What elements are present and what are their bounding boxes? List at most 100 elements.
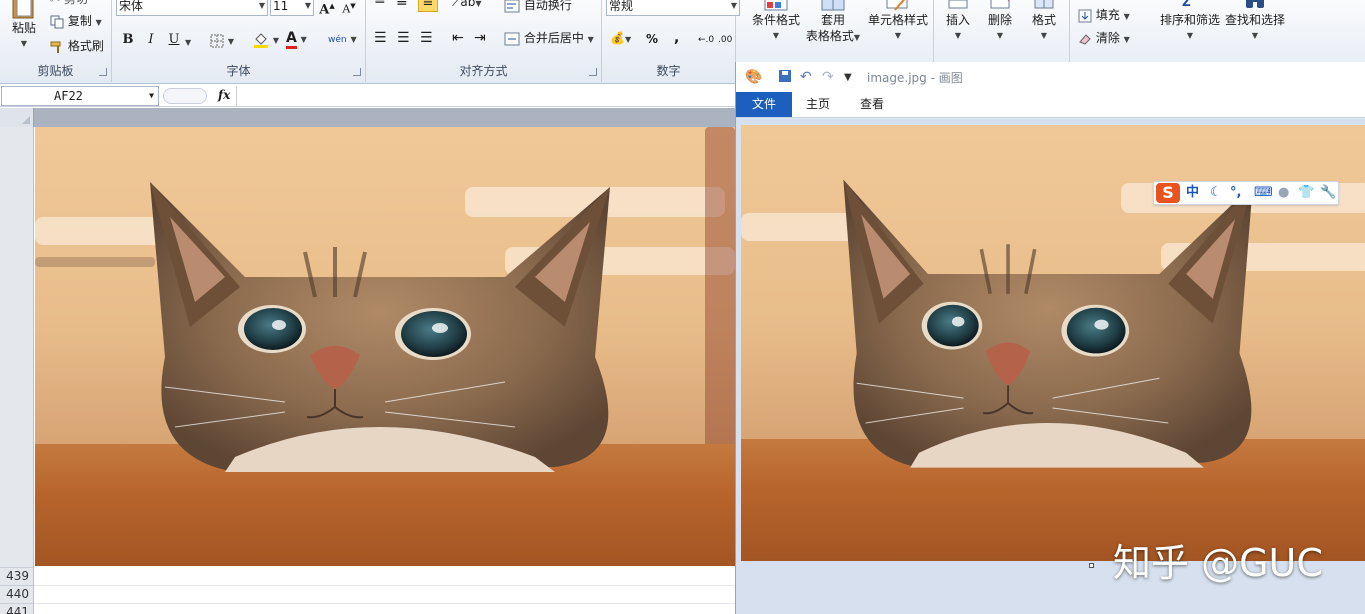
delete-button[interactable]: 删除 ▼ <box>982 0 1018 44</box>
select-all-button[interactable] <box>0 108 34 127</box>
currency-button[interactable]: 💰▼ <box>610 30 631 48</box>
align-middle-button[interactable]: ≡ <box>396 0 408 10</box>
align-bottom-button[interactable]: ≡ <box>418 0 438 12</box>
border-button[interactable]: ▼ <box>210 32 234 50</box>
currency-icon: 💰 <box>610 31 625 45</box>
redo-button[interactable]: ↷ <box>822 69 834 85</box>
conditional-format-label: 条件格式 <box>751 13 800 27</box>
tab-home[interactable]: 主页 <box>796 92 840 117</box>
cat-illustration <box>150 182 610 472</box>
bold-button[interactable]: B <box>118 30 138 50</box>
format-as-table-button[interactable]: 套用 表格格式▼ <box>804 0 862 46</box>
align-top-button[interactable]: ≡ <box>374 0 386 8</box>
font-color-button[interactable]: A ▼ <box>286 30 307 49</box>
sort-filter-label: 排序和筛选 <box>1159 13 1220 27</box>
comma-button[interactable]: , <box>674 30 679 46</box>
format-painter-button[interactable]: 格式刷 <box>50 38 104 54</box>
align-center-button[interactable]: ☰ <box>397 30 410 46</box>
wrap-text-button[interactable]: 自动换行 <box>504 0 572 13</box>
cut-button[interactable]: ✂ 剪切 <box>50 0 88 7</box>
conditional-format-button[interactable]: 条件格式 ▼ <box>750 0 802 44</box>
canvas-resize-handle[interactable] <box>1089 563 1094 568</box>
chevron-down-icon: ▼ <box>227 37 234 46</box>
find-select-button[interactable]: 查找和选择 ▼ <box>1222 0 1288 44</box>
format-as-table-label-1: 套用 <box>820 13 845 27</box>
fill-down-icon <box>1078 9 1092 22</box>
row-header-441[interactable]: 441 <box>0 603 33 614</box>
cell-styles-button[interactable]: 单元格样式 ▼ <box>866 0 930 44</box>
name-box[interactable]: AF22 ▼ <box>1 86 159 106</box>
font-name-value: 宋体 <box>119 0 144 13</box>
align-right-button[interactable]: ☰ <box>420 30 433 46</box>
grow-font-button[interactable]: A▲ <box>317 0 337 17</box>
shrink-font-button[interactable]: A▼ <box>339 0 359 16</box>
row-header-439[interactable]: 439 <box>0 567 33 585</box>
chevron-down-icon: ▼ <box>772 31 780 40</box>
decrease-decimal-button[interactable]: .00 <box>718 32 732 48</box>
sort-filter-button[interactable]: Z 排序和筛选 ▼ <box>1158 0 1222 44</box>
dialog-launcher-icon[interactable] <box>589 68 597 76</box>
user-icon[interactable]: ● <box>1278 185 1289 201</box>
clipboard-group: 粘贴 ▼ ✂ 剪切 复制 ▼ 格式刷 剪贴板 <box>0 0 112 82</box>
delete-label: 删除 <box>987 13 1012 27</box>
grid-line <box>34 603 736 604</box>
font-group-label: 字体 <box>226 64 251 78</box>
formula-input[interactable] <box>236 86 736 106</box>
decrease-indent-button[interactable]: ⇤ <box>452 30 464 46</box>
paint-title-bar: 🎨 ↶ ↷ ▼ image.jpg - 画图 <box>736 62 1365 92</box>
percent-button[interactable]: % <box>646 31 658 47</box>
font-group: 宋体 ▼ 11 ▼ A▲ A▼ B I U ▼ ▼ ▼ A ▼ wén ▼ 字体 <box>112 0 366 82</box>
paint-window-title: image.jpg - 画图 <box>867 71 963 85</box>
chevron-down-icon: ▼ <box>1123 12 1130 21</box>
ime-mode-toggle[interactable]: 中 <box>1186 185 1199 201</box>
paste-label: 粘贴 <box>11 21 36 35</box>
increase-decimal-button[interactable]: ←.0 <box>698 32 714 48</box>
merge-center-button[interactable]: 合并后居中 ▼ <box>504 30 594 48</box>
text-orientation-icon: ⟋ab <box>452 0 476 9</box>
phonetic-button[interactable]: wén ▼ <box>328 30 357 48</box>
tab-file[interactable]: 文件 <box>736 92 792 117</box>
paste-button[interactable]: 粘贴 ▼ <box>4 0 44 52</box>
keyboard-icon[interactable]: ⌨ <box>1254 185 1273 201</box>
save-button[interactable] <box>778 69 792 87</box>
insert-function-button[interactable]: fx <box>218 88 230 102</box>
punctuation-icon[interactable]: °, <box>1230 185 1241 201</box>
dialog-launcher-icon[interactable] <box>99 68 107 76</box>
alignment-group: ≡ ≡ ≡ ⟋ab▼ 自动换行 ☰ ☰ ☰ ⇤ ⇥ 合并后居中 ▼ 对齐方式 <box>366 0 602 82</box>
italic-button[interactable]: I <box>141 30 161 50</box>
font-size-value: 11 <box>273 0 289 13</box>
customize-quick-access-button[interactable]: ▼ <box>844 72 852 83</box>
font-name-select[interactable]: 宋体 ▼ <box>116 0 268 16</box>
underline-button[interactable]: U <box>164 30 184 50</box>
wrench-icon[interactable]: 🔧 <box>1320 185 1336 201</box>
cut-label: 剪切 <box>64 0 88 6</box>
insert-button[interactable]: 插入 ▼ <box>940 0 976 44</box>
undo-button[interactable]: ↶ <box>800 69 812 85</box>
excel-embedded-cat-image[interactable] <box>35 127 736 566</box>
fill-button[interactable]: 填充 ▼ <box>1078 7 1130 25</box>
formula-bar-splitter[interactable] <box>163 88 207 104</box>
sogou-logo-icon[interactable]: S <box>1156 183 1180 203</box>
orientation-button[interactable]: ⟋ab▼ <box>452 0 482 12</box>
phonetic-icon: wén <box>328 35 347 45</box>
dialog-launcher-icon[interactable] <box>353 68 361 76</box>
fill-color-button[interactable]: ▼ <box>253 31 279 49</box>
chevron-down-icon: ▼ <box>95 18 102 27</box>
cell-styles-icon <box>886 0 908 11</box>
tab-view[interactable]: 查看 <box>850 92 894 117</box>
increase-indent-button[interactable]: ⇥ <box>474 30 486 46</box>
row-header-440[interactable]: 440 <box>0 585 33 603</box>
skin-shirt-icon[interactable]: 👕 <box>1298 185 1314 201</box>
grid-line <box>34 585 736 586</box>
clear-button[interactable]: 清除 ▼ <box>1078 30 1130 48</box>
number-format-select[interactable]: 常规 ▼ <box>606 0 740 16</box>
font-size-select[interactable]: 11 ▼ <box>270 0 314 16</box>
align-left-button[interactable]: ☰ <box>374 30 387 46</box>
chevron-down-icon: ▼ <box>1251 31 1259 40</box>
format-cells-button[interactable]: 格式 ▼ <box>1026 0 1062 44</box>
copy-button[interactable]: 复制 ▼ <box>50 13 102 31</box>
underline-dropdown[interactable]: ▼ <box>185 33 191 51</box>
moon-icon[interactable]: ☾ <box>1210 185 1222 201</box>
number-group: 常规 ▼ 💰▼ % , ←.0 .00 数字 <box>602 0 740 82</box>
column-header-strip <box>0 108 736 127</box>
